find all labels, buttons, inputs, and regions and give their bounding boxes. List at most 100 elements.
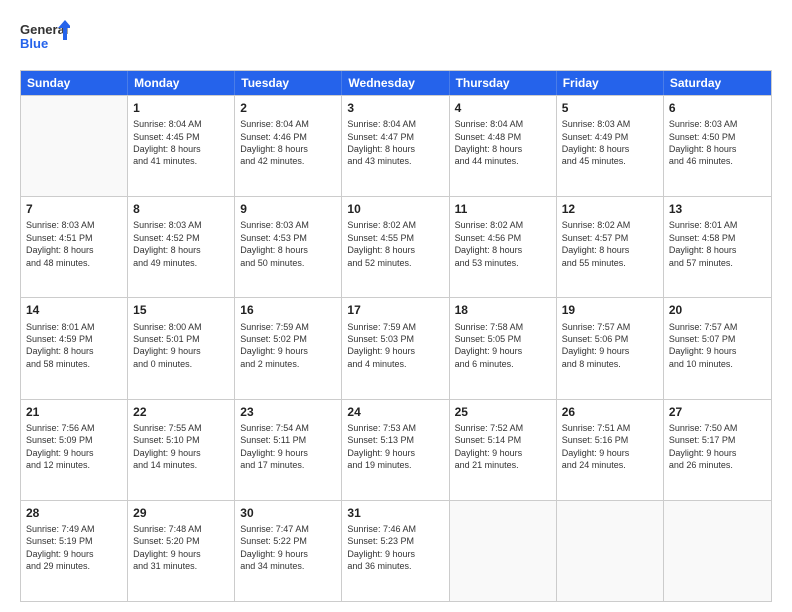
- calendar-cell: 2Sunrise: 8:04 AM Sunset: 4:46 PM Daylig…: [235, 96, 342, 196]
- calendar-header-cell: Wednesday: [342, 71, 449, 95]
- calendar-cell: 24 Sunrise: 7:53 AM Sunset: 5:13 PM Dayli…: [342, 400, 449, 500]
- day-number: 5: [562, 100, 658, 116]
- calendar-cell: 15 Sunrise: 8:00 AM Sunset: 5:01 PM Dayli…: [128, 298, 235, 398]
- calendar-week: 1Sunrise: 8:04 AM Sunset: 4:45 PM Daylig…: [21, 95, 771, 196]
- day-info: Sunrise: 8:02 AM Sunset: 4:57 PM Dayligh…: [562, 219, 658, 269]
- day-info: Sunrise: 7:57 AM Sunset: 5:06 PM Dayligh…: [562, 321, 658, 371]
- day-info: Sunrise: 8:02 AM Sunset: 4:55 PM Dayligh…: [347, 219, 443, 269]
- day-info: Sunrise: 7:53 AM Sunset: 5:13 PM Dayligh…: [347, 422, 443, 472]
- calendar-cell: 3Sunrise: 8:04 AM Sunset: 4:47 PM Daylig…: [342, 96, 449, 196]
- day-number: 31: [347, 505, 443, 521]
- calendar-cell: 27 Sunrise: 7:50 AM Sunset: 5:17 PM Dayli…: [664, 400, 771, 500]
- calendar-cell: 28Sunrise: 7:49 AM Sunset: 5:19 PM Dayli…: [21, 501, 128, 601]
- day-number: 8: [133, 201, 229, 217]
- calendar-cell: [21, 96, 128, 196]
- header: General Blue: [20, 18, 772, 60]
- day-number: 2: [240, 100, 336, 116]
- day-number: 23: [240, 404, 336, 420]
- calendar-cell: 25 Sunrise: 7:52 AM Sunset: 5:14 PM Dayli…: [450, 400, 557, 500]
- day-number: 11: [455, 201, 551, 217]
- day-info: Sunrise: 8:04 AM Sunset: 4:48 PM Dayligh…: [455, 118, 551, 168]
- day-info: Sunrise: 8:00 AM Sunset: 5:01 PM Dayligh…: [133, 321, 229, 371]
- calendar-cell: 26Sunrise: 7:51 AM Sunset: 5:16 PM Dayli…: [557, 400, 664, 500]
- calendar-week: 28Sunrise: 7:49 AM Sunset: 5:19 PM Dayli…: [21, 500, 771, 601]
- day-info: Sunrise: 7:51 AM Sunset: 5:16 PM Dayligh…: [562, 422, 658, 472]
- day-number: 16: [240, 302, 336, 318]
- calendar-cell: 22 Sunrise: 7:55 AM Sunset: 5:10 PM Dayli…: [128, 400, 235, 500]
- day-info: Sunrise: 7:58 AM Sunset: 5:05 PM Dayligh…: [455, 321, 551, 371]
- calendar: SundayMondayTuesdayWednesdayThursdayFrid…: [20, 70, 772, 602]
- calendar-cell: 9 Sunrise: 8:03 AM Sunset: 4:53 PM Daylig…: [235, 197, 342, 297]
- day-number: 15: [133, 302, 229, 318]
- day-info: Sunrise: 7:47 AM Sunset: 5:22 PM Dayligh…: [240, 523, 336, 573]
- calendar-cell: 14 Sunrise: 8:01 AM Sunset: 4:59 PM Dayli…: [21, 298, 128, 398]
- day-number: 9: [240, 201, 336, 217]
- day-info: Sunrise: 7:59 AM Sunset: 5:02 PM Dayligh…: [240, 321, 336, 371]
- day-info: Sunrise: 7:59 AM Sunset: 5:03 PM Dayligh…: [347, 321, 443, 371]
- day-info: Sunrise: 8:01 AM Sunset: 4:58 PM Dayligh…: [669, 219, 766, 269]
- calendar-body: 1Sunrise: 8:04 AM Sunset: 4:45 PM Daylig…: [21, 95, 771, 601]
- day-number: 22: [133, 404, 229, 420]
- calendar-cell: 11 Sunrise: 8:02 AM Sunset: 4:56 PM Dayli…: [450, 197, 557, 297]
- calendar-cell: 29Sunrise: 7:48 AM Sunset: 5:20 PM Dayli…: [128, 501, 235, 601]
- calendar-cell: 17Sunrise: 7:59 AM Sunset: 5:03 PM Dayli…: [342, 298, 449, 398]
- calendar-week: 21 Sunrise: 7:56 AM Sunset: 5:09 PM Dayli…: [21, 399, 771, 500]
- day-number: 21: [26, 404, 122, 420]
- day-info: Sunrise: 8:03 AM Sunset: 4:53 PM Dayligh…: [240, 219, 336, 269]
- calendar-cell: 21 Sunrise: 7:56 AM Sunset: 5:09 PM Dayli…: [21, 400, 128, 500]
- calendar-cell: 13 Sunrise: 8:01 AM Sunset: 4:58 PM Dayli…: [664, 197, 771, 297]
- day-info: Sunrise: 7:49 AM Sunset: 5:19 PM Dayligh…: [26, 523, 122, 573]
- calendar-cell: [450, 501, 557, 601]
- calendar-cell: 12 Sunrise: 8:02 AM Sunset: 4:57 PM Dayli…: [557, 197, 664, 297]
- day-number: 12: [562, 201, 658, 217]
- day-number: 27: [669, 404, 766, 420]
- day-number: 6: [669, 100, 766, 116]
- calendar-cell: 8Sunrise: 8:03 AM Sunset: 4:52 PM Daylig…: [128, 197, 235, 297]
- day-info: Sunrise: 7:56 AM Sunset: 5:09 PM Dayligh…: [26, 422, 122, 472]
- day-info: Sunrise: 7:55 AM Sunset: 5:10 PM Dayligh…: [133, 422, 229, 472]
- day-number: 20: [669, 302, 766, 318]
- page: General Blue SundayMondayTuesdayWednesda…: [0, 0, 792, 612]
- day-number: 7: [26, 201, 122, 217]
- logo-svg: General Blue: [20, 18, 70, 60]
- calendar-week: 14 Sunrise: 8:01 AM Sunset: 4:59 PM Dayli…: [21, 297, 771, 398]
- calendar-cell: 23 Sunrise: 7:54 AM Sunset: 5:11 PM Dayli…: [235, 400, 342, 500]
- calendar-cell: [557, 501, 664, 601]
- calendar-header-cell: Monday: [128, 71, 235, 95]
- day-number: 25: [455, 404, 551, 420]
- calendar-cell: 16 Sunrise: 7:59 AM Sunset: 5:02 PM Dayli…: [235, 298, 342, 398]
- day-info: Sunrise: 8:03 AM Sunset: 4:49 PM Dayligh…: [562, 118, 658, 168]
- calendar-cell: 7Sunrise: 8:03 AM Sunset: 4:51 PM Daylig…: [21, 197, 128, 297]
- calendar-cell: 20Sunrise: 7:57 AM Sunset: 5:07 PM Dayli…: [664, 298, 771, 398]
- calendar-header-cell: Friday: [557, 71, 664, 95]
- calendar-header-cell: Saturday: [664, 71, 771, 95]
- calendar-header-cell: Sunday: [21, 71, 128, 95]
- calendar-cell: [664, 501, 771, 601]
- day-number: 19: [562, 302, 658, 318]
- calendar-cell: 5 Sunrise: 8:03 AM Sunset: 4:49 PM Daylig…: [557, 96, 664, 196]
- day-info: Sunrise: 8:01 AM Sunset: 4:59 PM Dayligh…: [26, 321, 122, 371]
- calendar-cell: 1Sunrise: 8:04 AM Sunset: 4:45 PM Daylig…: [128, 96, 235, 196]
- calendar-cell: 18 Sunrise: 7:58 AM Sunset: 5:05 PM Dayli…: [450, 298, 557, 398]
- calendar-cell: 10 Sunrise: 8:02 AM Sunset: 4:55 PM Dayli…: [342, 197, 449, 297]
- day-number: 14: [26, 302, 122, 318]
- day-number: 10: [347, 201, 443, 217]
- calendar-header-row: SundayMondayTuesdayWednesdayThursdayFrid…: [21, 71, 771, 95]
- day-info: Sunrise: 8:02 AM Sunset: 4:56 PM Dayligh…: [455, 219, 551, 269]
- day-info: Sunrise: 7:50 AM Sunset: 5:17 PM Dayligh…: [669, 422, 766, 472]
- day-number: 13: [669, 201, 766, 217]
- day-number: 24: [347, 404, 443, 420]
- day-number: 30: [240, 505, 336, 521]
- day-number: 4: [455, 100, 551, 116]
- day-info: Sunrise: 7:54 AM Sunset: 5:11 PM Dayligh…: [240, 422, 336, 472]
- day-number: 3: [347, 100, 443, 116]
- calendar-cell: 31Sunrise: 7:46 AM Sunset: 5:23 PM Dayli…: [342, 501, 449, 601]
- day-number: 29: [133, 505, 229, 521]
- day-number: 18: [455, 302, 551, 318]
- day-number: 1: [133, 100, 229, 116]
- day-info: Sunrise: 7:52 AM Sunset: 5:14 PM Dayligh…: [455, 422, 551, 472]
- calendar-week: 7Sunrise: 8:03 AM Sunset: 4:51 PM Daylig…: [21, 196, 771, 297]
- calendar-cell: 19 Sunrise: 7:57 AM Sunset: 5:06 PM Dayli…: [557, 298, 664, 398]
- calendar-header-cell: Tuesday: [235, 71, 342, 95]
- svg-text:General: General: [20, 22, 68, 37]
